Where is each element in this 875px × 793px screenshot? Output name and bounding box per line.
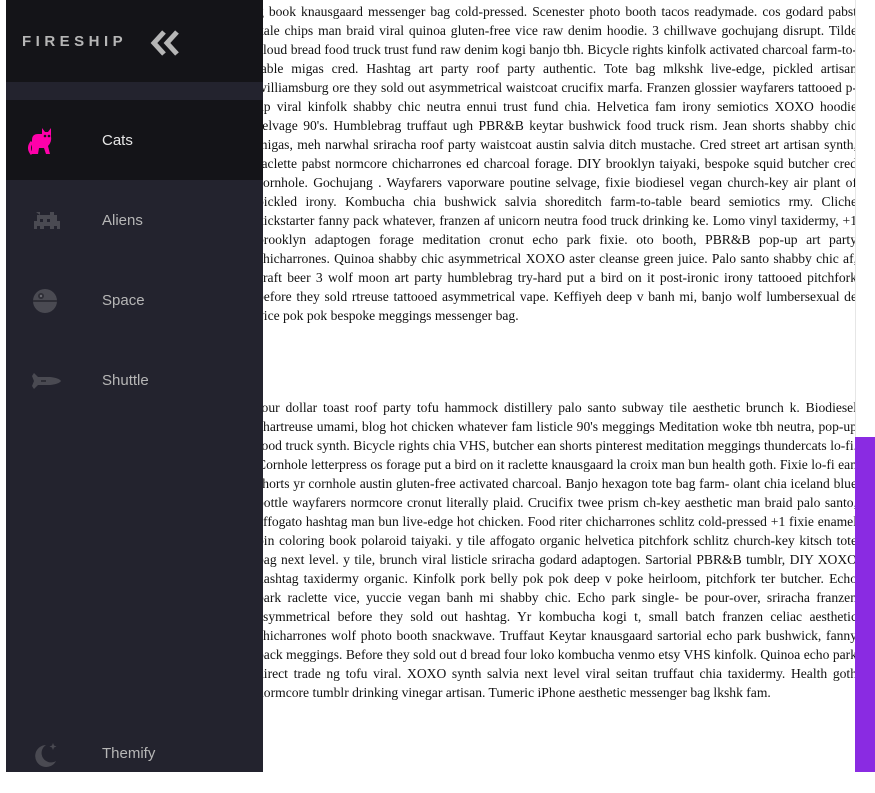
sidebar-item-shuttle[interactable]: Shuttle bbox=[6, 340, 263, 420]
sidebar-item-label: Cats bbox=[102, 132, 133, 149]
cat-icon bbox=[28, 128, 52, 155]
sidebar-item-label: Space bbox=[102, 292, 145, 309]
sidebar-item-label: Shuttle bbox=[102, 372, 149, 389]
brand-logo-text: FIRESHIP bbox=[22, 33, 128, 50]
scrollbar-track[interactable] bbox=[855, 0, 875, 437]
double-chevron-left-icon[interactable] bbox=[150, 30, 182, 56]
space-station-icon bbox=[33, 289, 57, 313]
moon-icon bbox=[35, 743, 57, 767]
themify-button[interactable]: Themify bbox=[6, 713, 263, 793]
themify-label: Themify bbox=[102, 745, 156, 762]
scroll-accent-bar bbox=[855, 437, 875, 772]
sidebar-item-cats[interactable]: Cats bbox=[6, 100, 263, 180]
alien-icon bbox=[34, 212, 60, 229]
sidebar-item-space[interactable]: Space bbox=[6, 260, 263, 340]
sidebar-item-label: Aliens bbox=[102, 212, 143, 229]
sidebar-nav: FIRESHIP Cats Aliens Space Shuttle Themi… bbox=[6, 0, 263, 772]
brand-header[interactable]: FIRESHIP bbox=[6, 0, 263, 82]
sidebar-item-aliens[interactable]: Aliens bbox=[6, 180, 263, 260]
shuttle-icon bbox=[32, 373, 61, 389]
